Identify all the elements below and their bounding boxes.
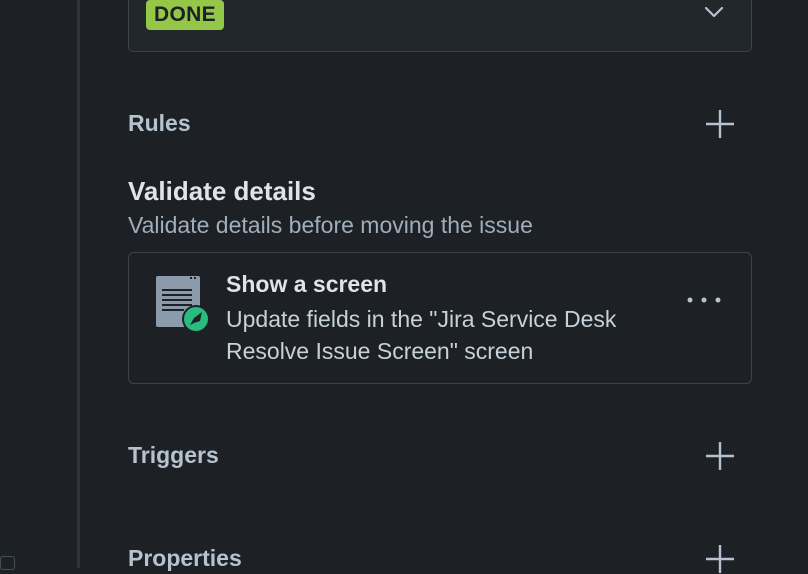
rule-title: Show a screen	[226, 271, 388, 297]
add-trigger-plus-icon[interactable]	[705, 441, 735, 471]
status-lozenge: DONE	[146, 0, 224, 30]
rules-heading: Rules	[128, 110, 191, 136]
chevron-down-icon[interactable]	[700, 2, 728, 24]
more-horizontal-icon[interactable]	[684, 290, 724, 310]
rule-description: Update fields in the "Jira Service Desk …	[226, 306, 617, 364]
add-rule-plus-icon[interactable]	[705, 109, 735, 139]
triggers-heading: Triggers	[128, 442, 219, 468]
add-property-plus-icon[interactable]	[705, 544, 735, 574]
left-pane	[0, 0, 77, 568]
validate-details-heading: Validate details	[128, 176, 316, 206]
screen-document-icon	[156, 276, 210, 333]
validate-details-subtitle: Validate details before moving the issue	[128, 212, 533, 238]
